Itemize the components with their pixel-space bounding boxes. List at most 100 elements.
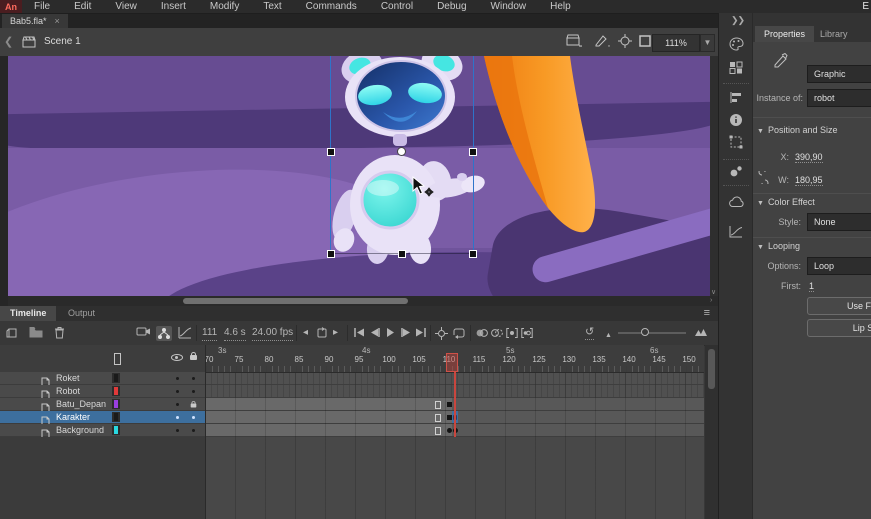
creative-cloud-icon[interactable] — [729, 195, 745, 213]
layer-outline-color[interactable] — [112, 412, 120, 422]
go-first-icon[interactable] — [354, 328, 365, 337]
zoom-level-select[interactable]: 111% — [652, 34, 700, 52]
play-icon[interactable] — [386, 328, 395, 337]
panel-menu-icon[interactable]: ≡ — [704, 306, 710, 321]
layer-visibility-dot[interactable] — [176, 390, 179, 393]
back-arrow-icon[interactable]: ❮ — [4, 35, 13, 48]
style-select[interactable]: None — [807, 213, 871, 231]
selection-handle[interactable] — [469, 250, 477, 258]
instance-name-field[interactable]: robot — [807, 89, 871, 107]
document-tab[interactable]: Bab5.fla* × — [2, 14, 68, 28]
reset-timeline-zoom-icon[interactable]: ↺ — [585, 325, 594, 340]
scrollbar-thumb[interactable] — [708, 349, 715, 389]
onion-range-icon[interactable] — [506, 328, 518, 338]
menu-control[interactable]: Control — [369, 0, 425, 13]
layer-visibility-dot[interactable] — [176, 403, 179, 406]
loop-frames-icon[interactable] — [452, 327, 466, 339]
edit-multiple-frames-icon[interactable] — [521, 328, 533, 338]
onion-outlines-icon[interactable] — [491, 328, 503, 338]
loop-range-icon[interactable] — [316, 327, 328, 339]
onion-skin-icon[interactable] — [476, 328, 488, 338]
scroll-down-icon[interactable]: ∨ — [711, 288, 716, 296]
w-value[interactable]: 180,95 — [795, 175, 823, 186]
robot-character[interactable] — [323, 56, 488, 276]
menu-modify[interactable]: Modify — [198, 0, 251, 13]
color-icon[interactable] — [729, 37, 744, 56]
eye-icon[interactable] — [171, 354, 183, 361]
clip-content-icon[interactable] — [638, 34, 652, 53]
playhead-marker[interactable] — [446, 353, 458, 372]
center-frame-icon[interactable] — [618, 34, 632, 53]
menu-text[interactable]: Text — [251, 0, 293, 13]
menu-help[interactable]: Help — [538, 0, 583, 13]
stage-canvas[interactable] — [8, 56, 710, 296]
menu-debug[interactable]: Debug — [425, 0, 478, 13]
layer-lock-dot[interactable] — [192, 416, 195, 419]
collapse-panels-icon[interactable]: ❯❯ — [731, 15, 744, 26]
layer-outline-color[interactable] — [112, 373, 120, 383]
edit-symbols-icon[interactable] — [594, 34, 610, 53]
step-forward-icon[interactable] — [400, 328, 411, 337]
edit-scene-icon[interactable] — [566, 34, 582, 53]
swatches-icon[interactable] — [729, 61, 743, 79]
layer-row-karakter[interactable]: Karakter — [0, 411, 205, 424]
new-folder-icon[interactable] — [29, 326, 43, 338]
layer-visibility-dot[interactable] — [176, 416, 179, 419]
brush-library-icon[interactable] — [729, 165, 743, 183]
info-icon[interactable] — [729, 113, 743, 132]
loop-prev-icon[interactable]: ◂ — [303, 326, 308, 340]
layer-row-robot[interactable]: Robot — [0, 385, 205, 398]
tab-library[interactable]: Library — [811, 26, 857, 42]
menu-edit[interactable]: Edit — [62, 0, 103, 13]
tab-timeline[interactable]: Timeline — [0, 306, 56, 321]
go-last-icon[interactable] — [415, 328, 426, 337]
center-playhead-icon[interactable] — [435, 327, 448, 340]
menu-file[interactable]: File — [22, 0, 62, 13]
zoom-slider-track[interactable] — [618, 332, 686, 334]
layer-visibility-dot[interactable] — [176, 429, 179, 432]
layer-row-roket[interactable]: Roket — [0, 372, 205, 385]
layer-lock-dot[interactable] — [192, 377, 195, 380]
layer-parenting-icon[interactable] — [156, 326, 172, 341]
zoom-in-icon[interactable] — [694, 327, 708, 337]
keyframe-marker[interactable] — [447, 428, 452, 433]
menu-commands[interactable]: Commands — [294, 0, 369, 13]
zoom-chevron-icon[interactable]: ▼ — [700, 34, 715, 52]
layer-row-batu_depan[interactable]: Batu_Depan — [0, 398, 205, 411]
menu-view[interactable]: View — [103, 0, 149, 13]
delete-layer-icon[interactable] — [54, 326, 65, 339]
zoom-slider-knob[interactable] — [641, 328, 649, 336]
workspace-button[interactable]: E — [862, 0, 869, 13]
frames-grid[interactable]: 7075808590951001051101151201251301351401… — [206, 345, 704, 519]
scrollbar-thumb[interactable] — [183, 298, 408, 304]
new-layer-icon[interactable] — [6, 326, 19, 339]
layer-visibility-dot[interactable] — [176, 377, 179, 380]
timeline-vertical-scrollbar[interactable] — [705, 345, 718, 519]
layer-outline-color[interactable] — [112, 425, 120, 435]
scene-breadcrumb[interactable]: Scene 1 — [44, 36, 81, 47]
transform-point[interactable] — [397, 147, 406, 156]
loop-next-icon[interactable]: ▸ — [333, 326, 338, 340]
stage-horizontal-scrollbar[interactable] — [8, 296, 710, 306]
use-frame-picker-button[interactable]: Use Fra — [807, 297, 871, 315]
frame-rate-value[interactable]: 24.00 fps — [252, 326, 293, 341]
loop-options-select[interactable]: Loop — [807, 257, 871, 275]
x-value[interactable]: 390,90 — [795, 152, 823, 163]
camera-icon[interactable] — [136, 326, 151, 337]
selection-handle[interactable] — [327, 250, 335, 258]
elapsed-time-value[interactable]: 4.6 s — [224, 326, 246, 341]
close-icon[interactable]: × — [55, 16, 60, 26]
selection-handle[interactable] — [469, 148, 477, 156]
menu-insert[interactable]: Insert — [149, 0, 198, 13]
section-color-effect[interactable]: ▼Color Effect — [757, 197, 815, 207]
layer-lock-dot[interactable] — [192, 429, 195, 432]
layer-lock-dot[interactable] — [192, 390, 195, 393]
step-back-icon[interactable] — [370, 328, 381, 337]
menu-window[interactable]: Window — [479, 0, 539, 13]
align-icon[interactable] — [729, 91, 743, 109]
lip-syncing-button[interactable]: Lip S — [807, 319, 871, 337]
app-logo[interactable]: An — [0, 0, 22, 13]
keyframe-marker[interactable] — [447, 402, 452, 407]
transform-icon[interactable] — [729, 135, 743, 154]
zoom-out-icon[interactable]: ▲ — [605, 329, 612, 343]
